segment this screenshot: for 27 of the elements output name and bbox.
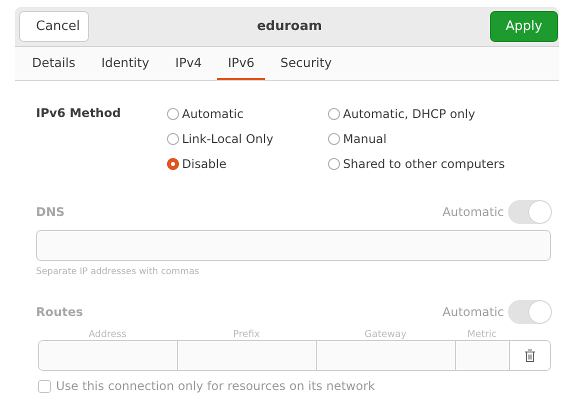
tab[interactable]: Details: [21, 47, 86, 80]
tab[interactable]: IPv6: [216, 47, 266, 80]
route-field[interactable]: [39, 341, 178, 370]
delete-button[interactable]: [510, 341, 550, 370]
switch-label: Automatic: [442, 205, 504, 219]
column-header: Prefix: [232, 329, 261, 340]
column-header: Metric: [466, 329, 498, 340]
radio-option[interactable]: Automatic, DHCP only: [328, 105, 505, 123]
radio-option[interactable]: Shared to other computers: [328, 155, 505, 173]
section-label: Routes: [36, 305, 84, 319]
radio-option[interactable]: Link-Local Only: [167, 130, 328, 148]
radio-option[interactable]: Automatic: [167, 105, 328, 123]
window-title: eduroam: [256, 19, 324, 34]
tab[interactable]: IPv4: [164, 47, 213, 80]
apply-button[interactable]: Apply: [490, 11, 558, 42]
radio-option[interactable]: Manual: [328, 130, 505, 148]
hint-text: Separate IP addresses with commas: [36, 267, 200, 277]
column-header: Gateway: [364, 329, 408, 340]
trash-icon: [524, 348, 536, 362]
section-label: DNS: [36, 205, 66, 219]
field-label: IPv6 Method: [36, 105, 122, 122]
radio-option[interactable]: Disable: [167, 155, 328, 173]
tab[interactable]: Security: [269, 47, 343, 80]
column-header: Address: [88, 329, 128, 340]
switch-label: Automatic: [442, 305, 504, 319]
cancel-button[interactable]: Cancel: [19, 11, 89, 42]
tab[interactable]: Identity: [90, 47, 160, 80]
